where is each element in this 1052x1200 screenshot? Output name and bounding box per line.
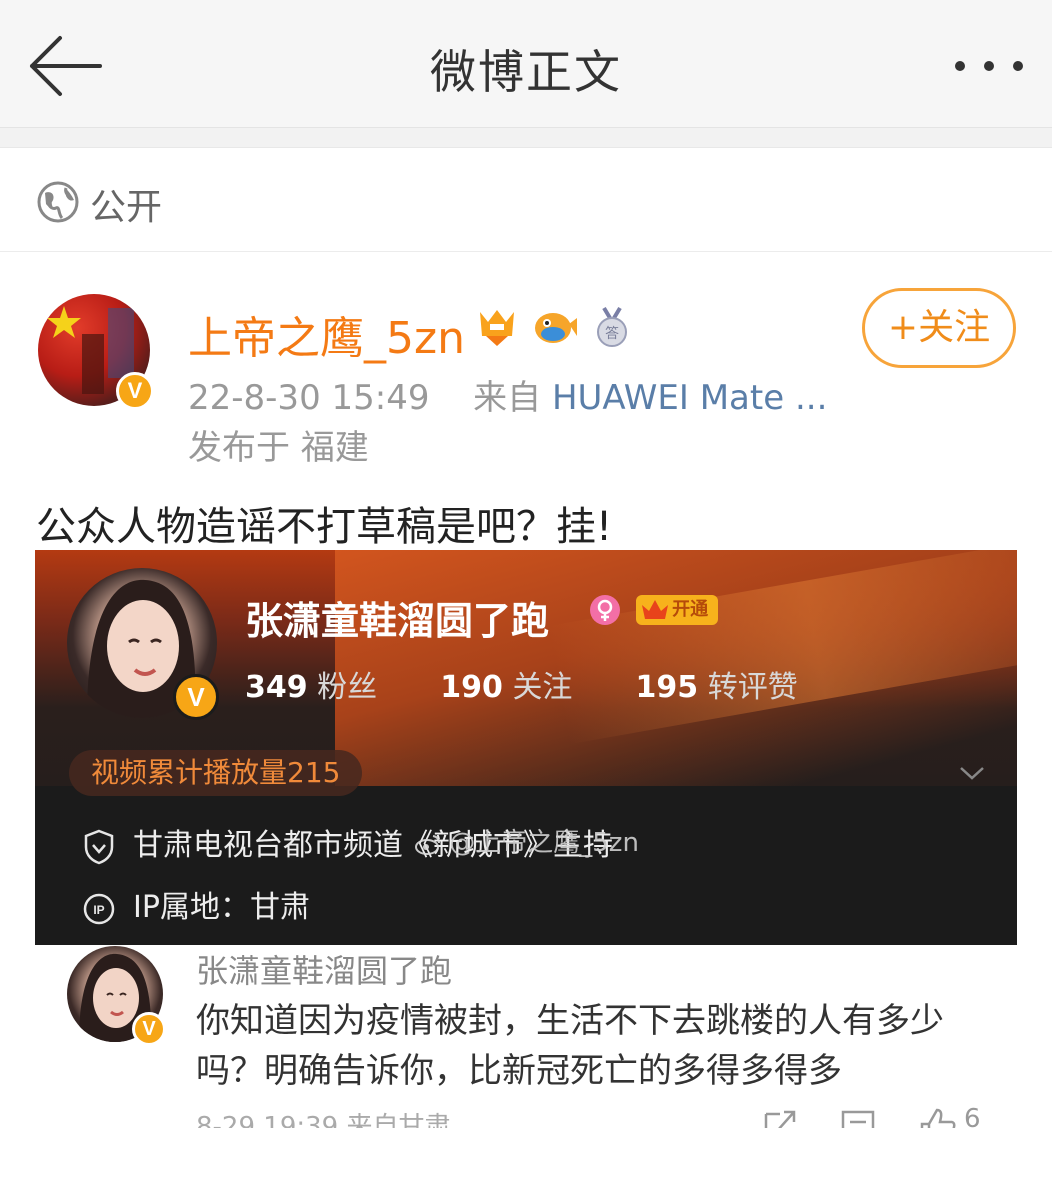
profile-verified-icon: V (173, 674, 219, 720)
ip-row: IP IP属地：甘肃 (83, 882, 310, 926)
likes-count: 195 (635, 670, 699, 705)
chevron-down-icon (960, 767, 984, 780)
like-icon[interactable] (918, 1106, 958, 1128)
commenter-name[interactable]: 张潇童鞋溜圆了跑 (196, 946, 452, 992)
vip-label: 开通 (672, 599, 709, 620)
follow-button[interactable]: +关注 (862, 288, 1016, 368)
author-name[interactable]: 上帝之鹰_5zn (188, 302, 465, 366)
pufferfish-badge-icon (535, 313, 578, 343)
member-badge-icon (480, 310, 514, 346)
more-button[interactable] (952, 46, 1026, 86)
following-count: 190 (440, 670, 503, 705)
fans-count: 349 (245, 670, 308, 705)
profile-stats: 349 粉丝 190 关注 195 转评赞 (245, 662, 798, 706)
comment-actions: 6 (762, 1106, 996, 1128)
crown-icon (642, 600, 669, 619)
globe-icon (37, 181, 79, 223)
commenter-verified-icon: V (132, 1012, 166, 1046)
medal-badge-icon: 答 (597, 306, 628, 347)
fans-label: 粉丝 (317, 670, 378, 705)
weibo-watermark: @上帝之鹰_5zn (415, 822, 639, 859)
comment-time: 8-29 19:39 来自甘肃 (196, 1112, 451, 1128)
post-meta: 22-8-30 15:49 来自 HUAWEI Mate ... (188, 370, 827, 419)
likes-label: 转评赞 (707, 670, 798, 705)
weibo-logo-icon (415, 834, 440, 855)
profile-name: 张潇童鞋溜圆了跑 (245, 599, 550, 643)
comment-text: 你知道因为疫情被封，生活不下去跳楼的人有多少吗？明确告诉你，比新冠死亡的多得多得… (196, 1001, 944, 1091)
more-dots-icon (955, 61, 1023, 71)
video-plays-pill: 视频累计播放量215 (69, 750, 363, 796)
repost-icon[interactable] (762, 1106, 798, 1128)
author-badges: 答 (476, 306, 632, 348)
svg-text:答: 答 (605, 325, 619, 342)
comment-icon[interactable] (840, 1106, 876, 1128)
section-divider (0, 128, 1052, 148)
device-link[interactable]: HUAWEI Mate ... (552, 378, 827, 418)
visibility-label: 公开 (90, 187, 163, 228)
post-image[interactable]: V 张潇童鞋溜圆了跑 开通 349 粉丝 190 关注 195 转评赞 视频累计… (35, 550, 1017, 945)
like-count: 6 (964, 1106, 981, 1128)
post-date: 22-8-30 15:49 (188, 378, 430, 418)
watermark-text: @上帝之鹰_5zn (449, 828, 639, 858)
svg-text:IP: IP (93, 903, 104, 917)
comment-footer: 8-29 19:39 来自甘肃 6 (196, 1106, 996, 1128)
source-prefix: 来自 (473, 378, 542, 418)
shield-icon (84, 829, 114, 864)
top-navigation-bar: 微博正文 (0, 0, 1052, 128)
vip-badge: 开通 (636, 595, 719, 625)
page-title: 微博正文 (430, 45, 622, 99)
post-text: 公众人物造谣不打草稿是吧？挂! (36, 504, 613, 550)
female-icon (590, 595, 620, 625)
verified-badge-icon: V (116, 372, 154, 410)
post-location: 发布于 福建 (188, 428, 369, 468)
following-label: 关注 (512, 670, 573, 705)
profile-badges: 开通 (589, 594, 719, 626)
ip-location-icon: IP (83, 893, 115, 924)
ip-text: IP属地：甘肃 (133, 890, 310, 925)
